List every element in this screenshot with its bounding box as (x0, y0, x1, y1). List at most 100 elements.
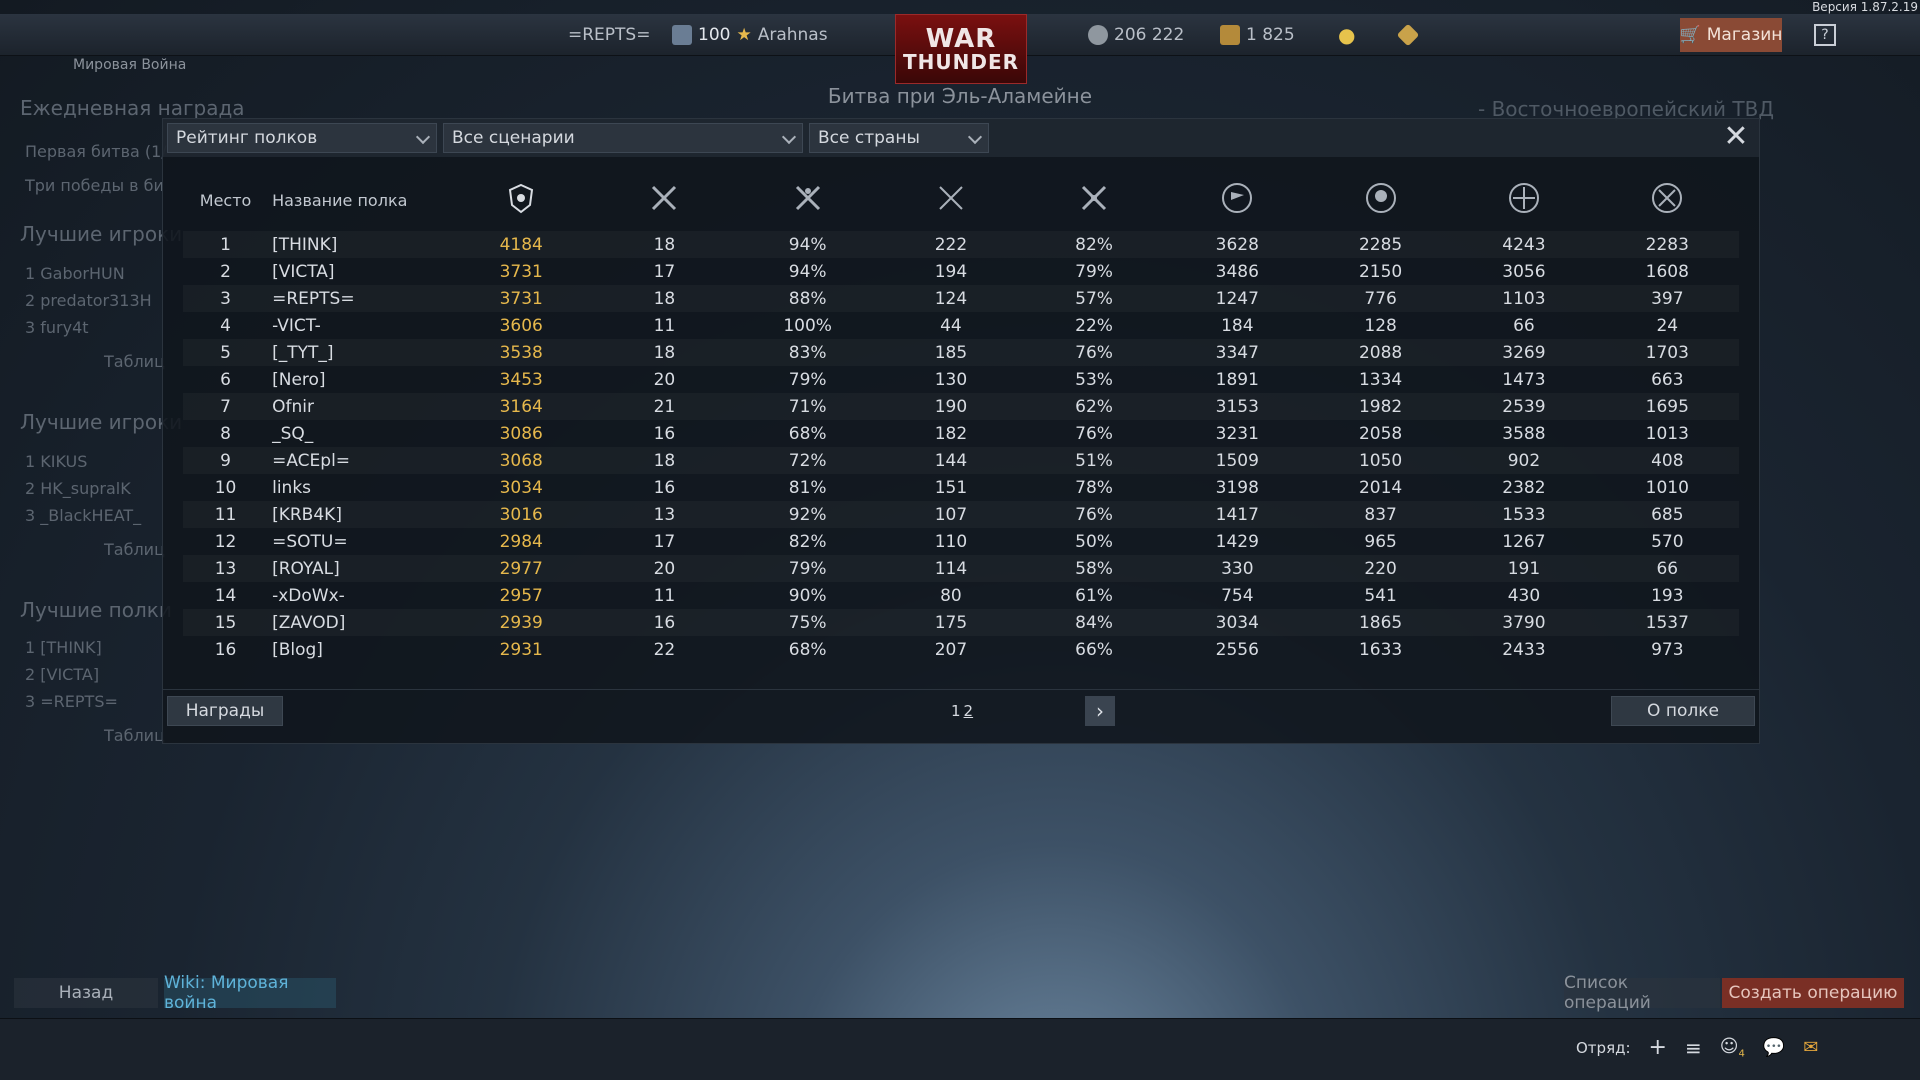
table-button-1[interactable]: Таблиц (104, 352, 165, 371)
cell-name: [Blog] (272, 639, 323, 660)
cell-c2: 79% (736, 555, 879, 582)
cell-c8: 2283 (1596, 231, 1739, 258)
col-air-kills[interactable] (1452, 169, 1595, 231)
col-captures[interactable] (1166, 169, 1309, 231)
best-players-2-item: 2 HK_supralK (25, 479, 131, 498)
col-name[interactable]: Название полка (268, 169, 449, 231)
table-row[interactable]: 11 [KRB4K] 3016 13 92% 107 76% 1417 837 1533 685 (183, 501, 1739, 528)
table-row[interactable]: 8 _SQ_ 3086 16 68% 182 76% 3231 2058 3588 1013 (183, 420, 1739, 447)
table-row[interactable]: 13 [ROYAL] 2977 20 79% 114 58% 330 220 191 66 (183, 555, 1739, 582)
table-button-2[interactable]: Таблиц (104, 540, 165, 559)
cell-c7: 1267 (1502, 531, 1546, 552)
cell-rating: 3034 (499, 477, 543, 498)
help-button[interactable]: ? (1814, 24, 1836, 46)
cell-c6: 1865 (1309, 609, 1452, 636)
rewards-button[interactable]: Награды (167, 696, 283, 726)
back-button[interactable]: Назад (14, 978, 158, 1008)
col-battles[interactable] (593, 169, 736, 231)
create-operation-button[interactable]: Создать операцию (1722, 978, 1904, 1008)
background-panel: Ежедневная награда Первая битва (1/ Три … (14, 80, 245, 760)
table-row[interactable]: 14 -xDoWx- 2957 11 90% 80 61% 754 541 430 193 (183, 582, 1739, 609)
table-row[interactable]: 6 [Nero] 3453 20 79% 130 53% 1891 1334 1473 663 (183, 366, 1739, 393)
cell-c8: 973 (1651, 639, 1684, 660)
table-row[interactable]: 5 [_TYT_] 3538 18 83% 185 76% 3347 2088 3269 1703 (183, 339, 1739, 366)
list-icon[interactable]: ≡ (1685, 1036, 1702, 1060)
col-deaths[interactable] (1309, 169, 1452, 231)
golden-eagle-icon (1220, 25, 1240, 45)
silver-lions[interactable]: 206 222 (1088, 14, 1184, 56)
table-row[interactable]: 2 [VICTA] 3731 17 94% 194 79% 3486 2150 3056 1608 (183, 258, 1739, 285)
best-players-1-item: 2 predator313H (25, 291, 152, 310)
cell-c6: 965 (1364, 531, 1397, 552)
country-dropdown[interactable]: Все страны (809, 123, 989, 153)
table-row[interactable]: 3 =REPTS= 3731 18 88% 124 57% 1247 776 1103 397 (183, 285, 1739, 312)
scenario-dropdown[interactable]: Все сценарии (443, 123, 803, 153)
cell-rating: 3016 (450, 501, 593, 528)
cell-c4: 50% (1075, 531, 1113, 552)
wiki-link[interactable]: Wiki: Мировая война (164, 973, 336, 1013)
operations-list-button[interactable]: Список операций (1564, 973, 1720, 1013)
premium-icon[interactable] (1396, 14, 1420, 56)
table-row[interactable]: 1 [THINK] 4184 18 94% 222 82% 3628 2285 4243 2283 (183, 231, 1739, 258)
cell-c8: 1013 (1645, 423, 1689, 444)
col-kill-rate[interactable] (1022, 169, 1165, 231)
table-row[interactable]: 16 [Blog] 2931 22 68% 207 66% 2556 1633 2433 973 (183, 636, 1739, 663)
daily-reward-heading: Ежедневная награда (20, 96, 245, 120)
friends-icon[interactable]: ☺4 (1720, 1036, 1745, 1060)
silver-lion-icon (1088, 25, 1108, 45)
col-win-rate[interactable] (736, 169, 879, 231)
cell-c3: 207 (934, 639, 968, 660)
chat-icon[interactable]: 💬 (1763, 1037, 1785, 1058)
table-button-3[interactable]: Таблиц (104, 726, 165, 745)
cell-place: 14 (214, 585, 237, 606)
cell-c2: 75% (736, 609, 879, 636)
cell-c6: 220 (1309, 555, 1452, 582)
cell-c1: 13 (593, 501, 736, 528)
cell-c1: 22 (653, 639, 676, 660)
cell-c1: 16 (653, 423, 676, 444)
squad-controls: Отряд: + ≡ ☺4 💬 ✉ (1576, 1035, 1818, 1060)
cell-c8: 193 (1651, 585, 1684, 606)
best-regiments-item: 1 [THINK] (25, 638, 102, 657)
about-regiment-button[interactable]: О полке (1611, 696, 1755, 726)
cell-c1: 17 (653, 531, 676, 552)
cell-place: 12 (214, 531, 237, 552)
modal-footer: Награды 12 › О полке (163, 689, 1759, 739)
best-players-heading-2: Лучшие игроки (20, 410, 183, 434)
page-2[interactable]: 2 (964, 702, 974, 720)
table-row[interactable]: 7 Ofnir 3164 21 71% 190 62% 3153 1982 2539 1695 (183, 393, 1739, 420)
cell-rating: 3164 (450, 393, 593, 420)
cell-place: 11 (183, 501, 268, 528)
cell-rating: 3731 (499, 261, 543, 282)
lightbulb-icon[interactable]: ● (1338, 14, 1355, 56)
cell-c7: 66 (1513, 315, 1535, 336)
page-1[interactable]: 1 (951, 702, 961, 720)
cell-c7: 2539 (1452, 393, 1595, 420)
cell-name: [ROYAL] (268, 555, 449, 582)
close-icon[interactable]: ✕ (1721, 122, 1751, 153)
cell-place: 6 (220, 369, 231, 390)
col-place[interactable]: Место (183, 169, 268, 231)
swords-icon (939, 186, 963, 210)
shop-button[interactable]: 🛒 Магазин (1680, 18, 1782, 52)
cell-name: =SOTU= (272, 531, 348, 552)
table-row[interactable]: 15 [ZAVOD] 2939 16 75% 175 84% 3034 1865 3790 1537 (183, 609, 1739, 636)
add-squad-icon[interactable]: + (1649, 1035, 1667, 1060)
rating-type-dropdown[interactable]: Рейтинг полков (167, 123, 437, 153)
col-kills[interactable] (879, 169, 1022, 231)
table-row[interactable]: 12 =SOTU= 2984 17 82% 110 50% 1429 965 1267 570 (183, 528, 1739, 555)
next-page-icon[interactable]: › (1085, 696, 1115, 726)
version-label: Версия 1.87.2.19 (1812, 0, 1918, 14)
table-row[interactable]: 4 -VICT- 3606 11 100% 44 22% 184 128 66 24 (183, 312, 1739, 339)
cell-c3: 144 (879, 447, 1022, 474)
col-ground-kills[interactable] (1596, 169, 1739, 231)
cell-c7: 2433 (1502, 639, 1546, 660)
table-row[interactable]: 10 links 3034 16 81% 151 78% 3198 2014 2382 1010 (183, 474, 1739, 501)
top-bar: =REPTS= 100 ★ Arahnas WAR THUNDER 206 22… (0, 14, 1920, 84)
col-rating[interactable] (450, 169, 593, 231)
table-row[interactable]: 9 =ACEpl= 3068 18 72% 144 51% 1509 1050 902 408 (183, 447, 1739, 474)
best-players-2-item: 1 KIKUS (25, 452, 88, 471)
player-profile[interactable]: 100 ★ Arahnas (672, 14, 828, 56)
golden-eagles[interactable]: 1 825 (1220, 14, 1295, 56)
mail-icon[interactable]: ✉ (1803, 1037, 1818, 1058)
